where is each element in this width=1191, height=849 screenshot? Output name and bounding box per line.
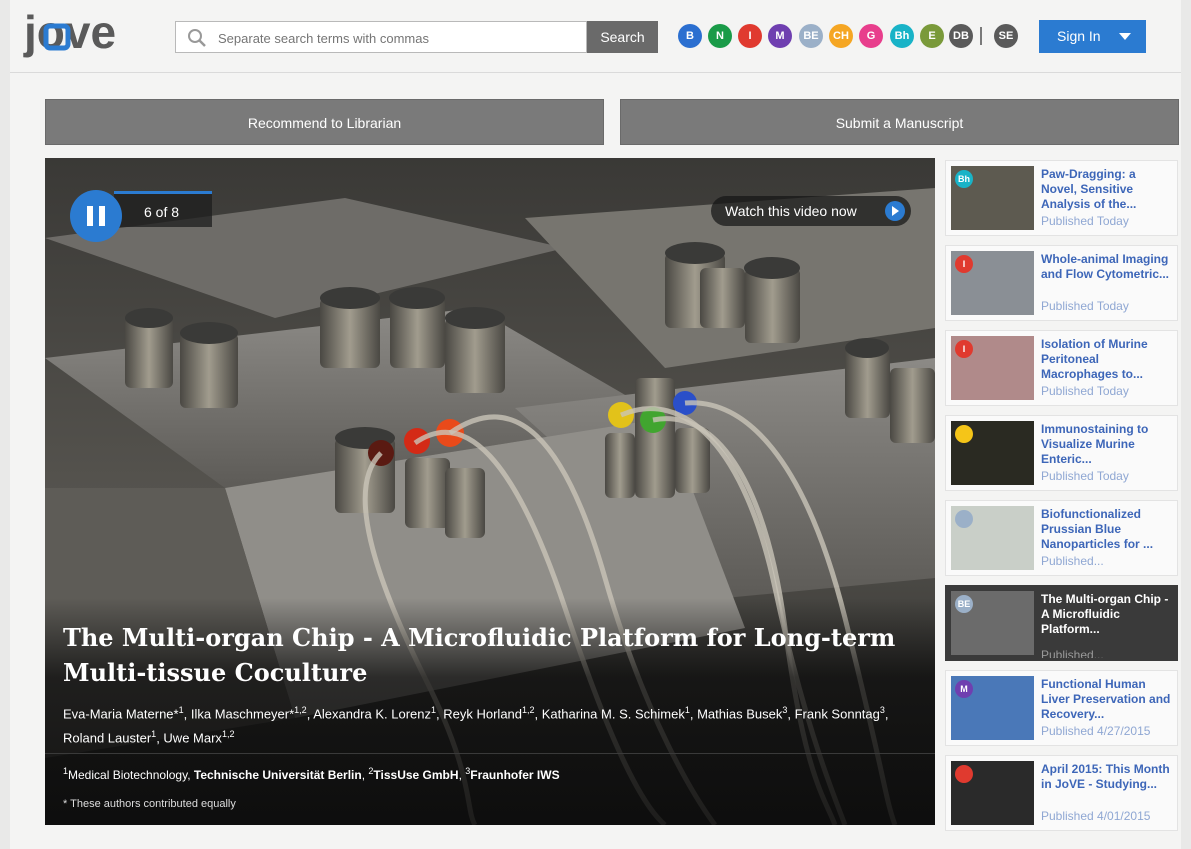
- sidebar-video-item[interactable]: I Whole-animal Imaging and Flow Cytometri…: [945, 245, 1178, 321]
- author-name[interactable]: Uwe Marx: [163, 731, 222, 746]
- watch-video-button[interactable]: Watch this video now: [711, 196, 911, 226]
- affiliation-department: Medical Biotechnology,: [68, 768, 194, 782]
- video-thumbnail[interactable]: I: [951, 336, 1034, 400]
- sign-in-label: Sign In: [1057, 28, 1101, 44]
- section-badge-icon: I: [955, 255, 973, 273]
- submit-manuscript-button[interactable]: Submit a Manuscript: [620, 99, 1179, 145]
- affiliation-marker: 1,2: [522, 705, 535, 715]
- author-name[interactable]: Mathias Busek: [697, 706, 782, 721]
- affiliation-institution: Technische Universität Berlin: [193, 768, 362, 782]
- author-name[interactable]: Ilka Maschmeyer*: [191, 706, 294, 721]
- affiliation-marker: 1,2: [221, 729, 235, 740]
- affiliation-marker: 1,2: [294, 705, 307, 715]
- publish-date: Published 4/01/2015: [1041, 809, 1151, 823]
- section-badge-icon: M: [955, 680, 973, 698]
- play-icon: [885, 201, 905, 221]
- section-bh-icon[interactable]: Bh: [890, 24, 914, 48]
- affiliation-marker: 1: [151, 729, 157, 740]
- section-badge-icon: [955, 425, 973, 443]
- sidebar-video-item[interactable]: April 2015: This Month in JoVE - Studyin…: [945, 755, 1178, 831]
- video-thumbnail[interactable]: BE: [951, 591, 1034, 655]
- section-m-icon[interactable]: M: [768, 24, 792, 48]
- pause-button[interactable]: [70, 190, 122, 242]
- section-badge-icon: [955, 510, 973, 528]
- video-thumbnail[interactable]: [951, 506, 1034, 570]
- pause-icon: [99, 206, 105, 226]
- section-n-icon[interactable]: N: [708, 24, 732, 48]
- sidebar-video-item[interactable]: Biofunctionalized Prussian Blue Nanopart…: [945, 500, 1178, 576]
- affiliation-marker: 3: [879, 705, 885, 715]
- section-divider: [980, 27, 982, 45]
- section-ch-icon[interactable]: CH: [829, 24, 853, 48]
- section-se-icon[interactable]: SE: [994, 24, 1018, 48]
- author-name[interactable]: Alexandra K. Lorenz: [313, 706, 431, 721]
- featured-video[interactable]: 6 of 8 Watch this video now The Multi-or…: [45, 158, 935, 825]
- publish-date: Published Today: [1041, 384, 1129, 398]
- video-title[interactable]: The Multi-organ Chip - A Microfluidic Pl…: [63, 620, 923, 690]
- divider: [45, 753, 935, 754]
- author-name[interactable]: Katharina M. S. Schimek: [542, 706, 685, 721]
- video-thumbnail[interactable]: [951, 421, 1034, 485]
- video-title-link[interactable]: Functional Human Liver Preservation and …: [1041, 677, 1175, 725]
- video-thumbnail[interactable]: I: [951, 251, 1034, 315]
- publish-date: Published Today: [1041, 299, 1129, 313]
- publish-date: Published 4/27/2015: [1041, 724, 1151, 738]
- section-badge-icon: I: [955, 340, 973, 358]
- author-list: Eva-Maria Materne*1, Ilka Maschmeyer*1,2…: [63, 705, 889, 746]
- video-title-link[interactable]: April 2015: This Month in JoVE - Studyin…: [1041, 762, 1175, 810]
- publish-date: Published...: [1041, 648, 1104, 658]
- sidebar-video-item[interactable]: BE The Multi-organ Chip - A Microfluidic …: [945, 585, 1178, 661]
- affiliation-marker: 1: [684, 705, 690, 715]
- equal-contribution-note: * These authors contributed equally: [63, 798, 236, 810]
- video-thumbnail[interactable]: M: [951, 676, 1034, 740]
- watch-video-label: Watch this video now: [725, 203, 857, 219]
- slide-counter: 6 of 8: [114, 191, 212, 227]
- author-name[interactable]: Frank Sonntag: [795, 706, 880, 721]
- publish-date: Published...: [1041, 554, 1104, 568]
- author-name[interactable]: Roland Lauster: [63, 731, 151, 746]
- affiliation-marker: 1: [431, 705, 437, 715]
- section-badge-icon: Bh: [955, 170, 973, 188]
- jove-logo[interactable]: jove: [14, 6, 144, 66]
- section-b-icon[interactable]: B: [678, 24, 702, 48]
- section-badge-icon: BE: [955, 595, 973, 613]
- sidebar-video-item[interactable]: I Isolation of Murine Peritoneal Macropha…: [945, 330, 1178, 406]
- author-name[interactable]: Eva-Maria Materne*: [63, 706, 179, 721]
- chevron-down-icon: [1119, 33, 1131, 40]
- search-button[interactable]: Search: [587, 21, 658, 53]
- video-title-link[interactable]: Immunostaining to Visualize Murine Enter…: [1041, 422, 1175, 470]
- search-box: [175, 21, 587, 53]
- sidebar-video-item[interactable]: Immunostaining to Visualize Murine Enter…: [945, 415, 1178, 491]
- affiliation-marker: 1: [178, 705, 184, 715]
- sign-in-button[interactable]: Sign In: [1039, 20, 1146, 53]
- affiliations: 1Medical Biotechnology, Technische Unive…: [63, 766, 560, 782]
- author-name[interactable]: Reyk Horland: [443, 706, 522, 721]
- section-be-icon[interactable]: BE: [799, 24, 823, 48]
- video-title-link[interactable]: Isolation of Murine Peritoneal Macrophag…: [1041, 337, 1175, 385]
- section-e-icon[interactable]: E: [920, 24, 944, 48]
- recommend-to-librarian-button[interactable]: Recommend to Librarian: [45, 99, 604, 145]
- video-title-link[interactable]: Biofunctionalized Prussian Blue Nanopart…: [1041, 507, 1175, 555]
- section-db-icon[interactable]: DB: [949, 24, 973, 48]
- video-thumbnail[interactable]: [951, 761, 1034, 825]
- header-divider: [10, 72, 1181, 73]
- publish-date: Published Today: [1041, 214, 1129, 228]
- section-i-icon[interactable]: I: [738, 24, 762, 48]
- affiliation-institution: TissUse GmbH: [373, 768, 459, 782]
- search-icon: [186, 27, 208, 54]
- video-title-link[interactable]: The Multi-organ Chip - A Microfluidic Pl…: [1041, 592, 1175, 640]
- video-title-link[interactable]: Whole-animal Imaging and Flow Cytometric…: [1041, 252, 1175, 300]
- search-input[interactable]: [216, 27, 580, 49]
- affiliation-marker: 3: [782, 705, 788, 715]
- pause-icon: [87, 206, 93, 226]
- sidebar-video-item[interactable]: Bh Paw-Dragging: a Novel, Sensitive Analy…: [945, 160, 1178, 236]
- sidebar-video-item[interactable]: M Functional Human Liver Preservation and…: [945, 670, 1178, 746]
- publish-date: Published Today: [1041, 469, 1129, 483]
- section-g-icon[interactable]: G: [859, 24, 883, 48]
- video-thumbnail[interactable]: Bh: [951, 166, 1034, 230]
- affiliation-institution: Fraunhofer IWS: [470, 768, 560, 782]
- section-badge-icon: [955, 765, 973, 783]
- video-info-overlay: The Multi-organ Chip - A Microfluidic Pl…: [45, 598, 935, 825]
- video-title-link[interactable]: Paw-Dragging: a Novel, Sensitive Analysi…: [1041, 167, 1175, 215]
